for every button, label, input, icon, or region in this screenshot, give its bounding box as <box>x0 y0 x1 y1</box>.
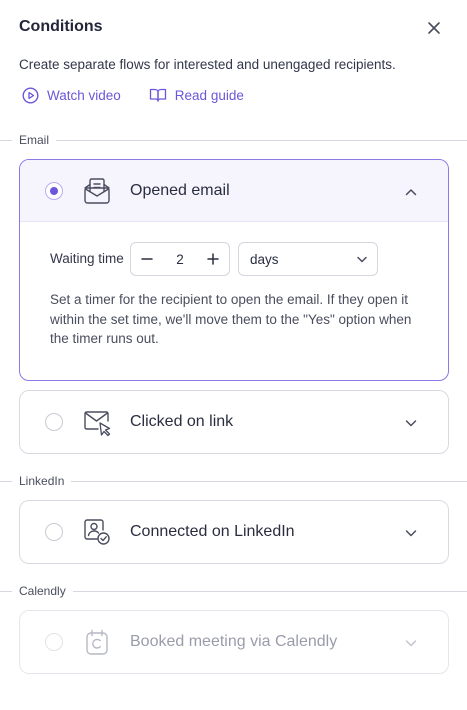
read-guide-label: Read guide <box>174 87 244 103</box>
read-guide-link[interactable]: Read guide <box>149 87 244 103</box>
chevron-down-icon <box>404 636 418 650</box>
section-divider <box>71 480 467 482</box>
section-divider <box>56 139 467 141</box>
increment-button[interactable] <box>197 243 229 275</box>
radio-opened-email[interactable] <box>45 182 63 200</box>
section-linkedin: LinkedIn <box>0 473 467 489</box>
panel-header: Conditions <box>19 17 448 39</box>
section-divider <box>0 139 12 141</box>
chevron-down-icon <box>357 256 367 263</box>
condition-title-opened-email: Opened email <box>130 182 230 199</box>
section-calendly: Calendly <box>0 583 467 599</box>
panel-description: Create separate flows for interested and… <box>19 57 396 72</box>
decrement-button[interactable] <box>131 243 163 275</box>
play-circle-icon <box>22 86 39 104</box>
waiting-time-unit-value: days <box>250 251 279 267</box>
radio-clicked-link[interactable] <box>45 413 63 431</box>
waiting-time-value[interactable]: 2 <box>163 252 197 267</box>
condition-header-booked-meeting: Booked meeting via Calendly <box>20 611 448 673</box>
close-button[interactable] <box>426 20 442 36</box>
section-divider <box>0 590 12 592</box>
section-label-linkedin: LinkedIn <box>19 474 65 488</box>
waiting-time-unit-select[interactable]: days <box>238 242 378 276</box>
condition-body-opened-email: Waiting time 2 days Set a timer for the … <box>20 222 448 380</box>
book-open-icon <box>149 88 166 102</box>
section-label-calendly: Calendly <box>19 584 66 598</box>
chevron-up-icon[interactable] <box>404 185 418 199</box>
condition-booked-meeting: Booked meeting via Calendly <box>19 610 449 674</box>
section-divider <box>0 480 12 482</box>
condition-clicked-link[interactable]: Clicked on link <box>19 390 449 454</box>
chevron-down-icon[interactable] <box>404 526 418 540</box>
watch-video-label: Watch video <box>47 87 121 103</box>
panel-title: Conditions <box>19 18 103 35</box>
radio-booked-meeting <box>45 633 63 651</box>
envelope-cursor-icon <box>82 407 112 437</box>
condition-connected-linkedin[interactable]: Connected on LinkedIn <box>19 500 449 564</box>
condition-header-clicked-link[interactable]: Clicked on link <box>20 391 448 453</box>
condition-opened-email: Opened email Waiting time 2 days Set a t… <box>19 159 449 381</box>
section-divider <box>72 590 467 592</box>
condition-title-connected-linkedin: Connected on LinkedIn <box>130 523 295 540</box>
condition-title-booked-meeting: Booked meeting via Calendly <box>130 633 338 650</box>
envelope-open-icon <box>82 176 112 206</box>
profile-check-icon <box>82 517 112 547</box>
condition-description: Set a timer for the recipient to open th… <box>50 292 412 346</box>
section-label-email: Email <box>19 133 50 147</box>
watch-video-link[interactable]: Watch video <box>22 86 121 104</box>
waiting-time-stepper: 2 <box>130 242 230 276</box>
calendar-icon <box>82 627 112 657</box>
plus-icon <box>207 253 219 265</box>
chevron-down-icon[interactable] <box>404 416 418 430</box>
waiting-time-label: Waiting time <box>50 251 124 266</box>
condition-header-connected-linkedin[interactable]: Connected on LinkedIn <box>20 501 448 563</box>
condition-header-opened-email[interactable]: Opened email <box>20 160 448 222</box>
minus-icon <box>141 258 153 260</box>
radio-connected-linkedin[interactable] <box>45 523 63 541</box>
condition-title-clicked-link: Clicked on link <box>130 413 234 430</box>
section-email: Email <box>0 132 467 148</box>
help-links: Watch video Read guide <box>22 85 244 105</box>
close-icon <box>428 22 440 34</box>
